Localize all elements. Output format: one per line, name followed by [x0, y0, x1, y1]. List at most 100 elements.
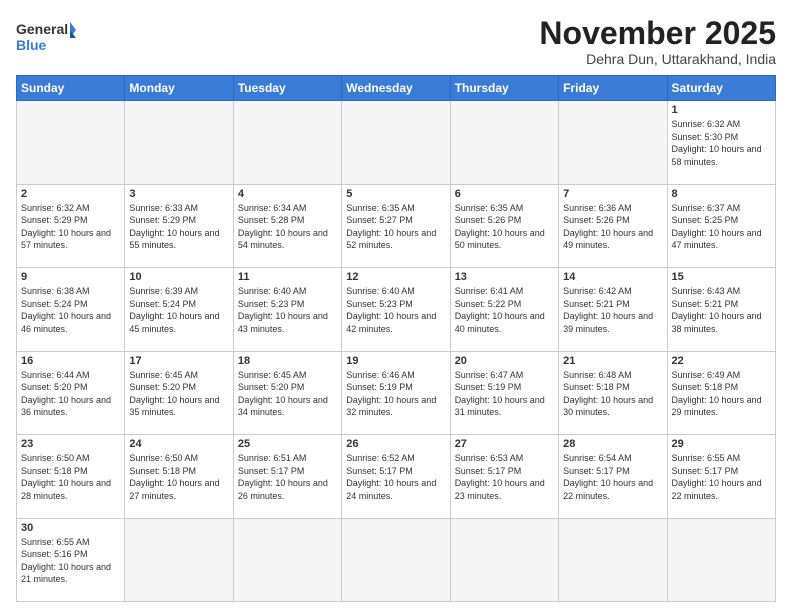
day-info: Sunrise: 6:41 AM Sunset: 5:22 PM Dayligh… [455, 285, 554, 335]
day-number: 16 [21, 355, 120, 367]
calendar-day-cell: 18 Sunrise: 6:45 AM Sunset: 5:20 PM Dayli… [233, 351, 341, 434]
day-number: 27 [455, 438, 554, 450]
day-info: Sunrise: 6:55 AM Sunset: 5:16 PM Dayligh… [21, 536, 120, 586]
calendar-day-cell: 10 Sunrise: 6:39 AM Sunset: 5:24 PM Dayli… [125, 268, 233, 351]
month-title: November 2025 [539, 16, 776, 51]
calendar-day-cell: 12Sunrise: 6:40 AM Sunset: 5:23 PM Dayli… [342, 268, 450, 351]
day-number: 17 [129, 355, 228, 367]
calendar-header-sunday: Sunday [17, 76, 125, 101]
day-info: Sunrise: 6:50 AM Sunset: 5:18 PM Dayligh… [129, 452, 228, 502]
day-info: Sunrise: 6:33 AM Sunset: 5:29 PM Dayligh… [129, 202, 228, 252]
day-info: Sunrise: 6:55 AM Sunset: 5:17 PM Dayligh… [672, 452, 771, 502]
calendar-day-cell: 13 Sunrise: 6:41 AM Sunset: 5:22 PM Dayli… [450, 268, 558, 351]
day-info: Sunrise: 6:37 AM Sunset: 5:25 PM Dayligh… [672, 202, 771, 252]
day-info: Sunrise: 6:54 AM Sunset: 5:17 PM Dayligh… [563, 452, 662, 502]
day-number: 24 [129, 438, 228, 450]
day-info: Sunrise: 6:36 AM Sunset: 5:26 PM Dayligh… [563, 202, 662, 252]
calendar-day-cell: 23 Sunrise: 6:50 AM Sunset: 5:18 PM Dayli… [17, 435, 125, 518]
day-number: 26 [346, 438, 445, 450]
calendar-week-row: 16Sunrise: 6:44 AM Sunset: 5:20 PM Dayli… [17, 351, 776, 434]
day-number: 14 [563, 271, 662, 283]
calendar-day-cell: 5Sunrise: 6:35 AM Sunset: 5:27 PM Daylig… [342, 184, 450, 267]
calendar-day-cell [125, 518, 233, 601]
calendar-day-cell: 2Sunrise: 6:32 AM Sunset: 5:29 PM Daylig… [17, 184, 125, 267]
day-number: 19 [346, 355, 445, 367]
calendar-day-cell: 19 Sunrise: 6:46 AM Sunset: 5:19 PM Dayli… [342, 351, 450, 434]
day-info: Sunrise: 6:35 AM Sunset: 5:26 PM Dayligh… [455, 202, 554, 252]
day-info: Sunrise: 6:42 AM Sunset: 5:21 PM Dayligh… [563, 285, 662, 335]
day-number: 4 [238, 188, 337, 200]
calendar-day-cell [233, 101, 341, 184]
day-number: 13 [455, 271, 554, 283]
day-info: Sunrise: 6:34 AM Sunset: 5:28 PM Dayligh… [238, 202, 337, 252]
calendar-day-cell [450, 101, 558, 184]
calendar-day-cell: 14 Sunrise: 6:42 AM Sunset: 5:21 PM Dayli… [559, 268, 667, 351]
logo-svg: General Blue [16, 16, 76, 60]
calendar-week-row: 23 Sunrise: 6:50 AM Sunset: 5:18 PM Dayli… [17, 435, 776, 518]
calendar-day-cell: 3 Sunrise: 6:33 AM Sunset: 5:29 PM Daylig… [125, 184, 233, 267]
calendar-header-tuesday: Tuesday [233, 76, 341, 101]
day-number: 11 [238, 271, 337, 283]
calendar-header-saturday: Saturday [667, 76, 775, 101]
calendar-day-cell: 8 Sunrise: 6:37 AM Sunset: 5:25 PM Daylig… [667, 184, 775, 267]
calendar-day-cell [125, 101, 233, 184]
day-number: 18 [238, 355, 337, 367]
day-number: 15 [672, 271, 771, 283]
day-number: 1 [672, 104, 771, 116]
calendar-day-cell: 24 Sunrise: 6:50 AM Sunset: 5:18 PM Dayli… [125, 435, 233, 518]
day-info: Sunrise: 6:45 AM Sunset: 5:20 PM Dayligh… [238, 369, 337, 419]
day-info: Sunrise: 6:51 AM Sunset: 5:17 PM Dayligh… [238, 452, 337, 502]
day-number: 28 [563, 438, 662, 450]
title-block: November 2025 Dehra Dun, Uttarakhand, In… [539, 16, 776, 67]
day-info: Sunrise: 6:48 AM Sunset: 5:18 PM Dayligh… [563, 369, 662, 419]
day-info: Sunrise: 6:45 AM Sunset: 5:20 PM Dayligh… [129, 369, 228, 419]
calendar-header-wednesday: Wednesday [342, 76, 450, 101]
calendar-table: SundayMondayTuesdayWednesdayThursdayFrid… [16, 75, 776, 602]
day-info: Sunrise: 6:43 AM Sunset: 5:21 PM Dayligh… [672, 285, 771, 335]
calendar-day-cell [342, 101, 450, 184]
day-info: Sunrise: 6:50 AM Sunset: 5:18 PM Dayligh… [21, 452, 120, 502]
calendar-day-cell [667, 518, 775, 601]
day-info: Sunrise: 6:52 AM Sunset: 5:17 PM Dayligh… [346, 452, 445, 502]
day-number: 10 [129, 271, 228, 283]
day-number: 7 [563, 188, 662, 200]
day-info: Sunrise: 6:35 AM Sunset: 5:27 PM Dayligh… [346, 202, 445, 252]
calendar-day-cell [450, 518, 558, 601]
calendar-header-monday: Monday [125, 76, 233, 101]
day-number: 9 [21, 271, 120, 283]
day-number: 30 [21, 522, 120, 534]
day-info: Sunrise: 6:38 AM Sunset: 5:24 PM Dayligh… [21, 285, 120, 335]
svg-text:General: General [16, 21, 68, 37]
day-number: 25 [238, 438, 337, 450]
calendar-day-cell: 11 Sunrise: 6:40 AM Sunset: 5:23 PM Dayli… [233, 268, 341, 351]
day-number: 23 [21, 438, 120, 450]
calendar-day-cell: 27 Sunrise: 6:53 AM Sunset: 5:17 PM Dayli… [450, 435, 558, 518]
day-info: Sunrise: 6:32 AM Sunset: 5:29 PM Dayligh… [21, 202, 120, 252]
page: General Blue November 2025 Dehra Dun, Ut… [0, 0, 792, 612]
day-number: 12 [346, 271, 445, 283]
calendar-header-thursday: Thursday [450, 76, 558, 101]
calendar-day-cell: 7 Sunrise: 6:36 AM Sunset: 5:26 PM Daylig… [559, 184, 667, 267]
calendar-day-cell: 25 Sunrise: 6:51 AM Sunset: 5:17 PM Dayli… [233, 435, 341, 518]
location: Dehra Dun, Uttarakhand, India [539, 51, 776, 67]
day-info: Sunrise: 6:46 AM Sunset: 5:19 PM Dayligh… [346, 369, 445, 419]
day-info: Sunrise: 6:40 AM Sunset: 5:23 PM Dayligh… [238, 285, 337, 335]
calendar-week-row: 9 Sunrise: 6:38 AM Sunset: 5:24 PM Daylig… [17, 268, 776, 351]
calendar-day-cell: 6Sunrise: 6:35 AM Sunset: 5:26 PM Daylig… [450, 184, 558, 267]
calendar-day-cell: 21 Sunrise: 6:48 AM Sunset: 5:18 PM Dayli… [559, 351, 667, 434]
calendar-day-cell: 4 Sunrise: 6:34 AM Sunset: 5:28 PM Daylig… [233, 184, 341, 267]
calendar-header-friday: Friday [559, 76, 667, 101]
day-number: 3 [129, 188, 228, 200]
calendar-day-cell [17, 101, 125, 184]
calendar-day-cell: 1Sunrise: 6:32 AM Sunset: 5:30 PM Daylig… [667, 101, 775, 184]
calendar-week-row: 1Sunrise: 6:32 AM Sunset: 5:30 PM Daylig… [17, 101, 776, 184]
svg-text:Blue: Blue [16, 37, 47, 53]
day-info: Sunrise: 6:53 AM Sunset: 5:17 PM Dayligh… [455, 452, 554, 502]
day-info: Sunrise: 6:39 AM Sunset: 5:24 PM Dayligh… [129, 285, 228, 335]
day-number: 20 [455, 355, 554, 367]
day-number: 8 [672, 188, 771, 200]
day-number: 21 [563, 355, 662, 367]
calendar-day-cell: 22Sunrise: 6:49 AM Sunset: 5:18 PM Dayli… [667, 351, 775, 434]
day-info: Sunrise: 6:47 AM Sunset: 5:19 PM Dayligh… [455, 369, 554, 419]
day-number: 29 [672, 438, 771, 450]
